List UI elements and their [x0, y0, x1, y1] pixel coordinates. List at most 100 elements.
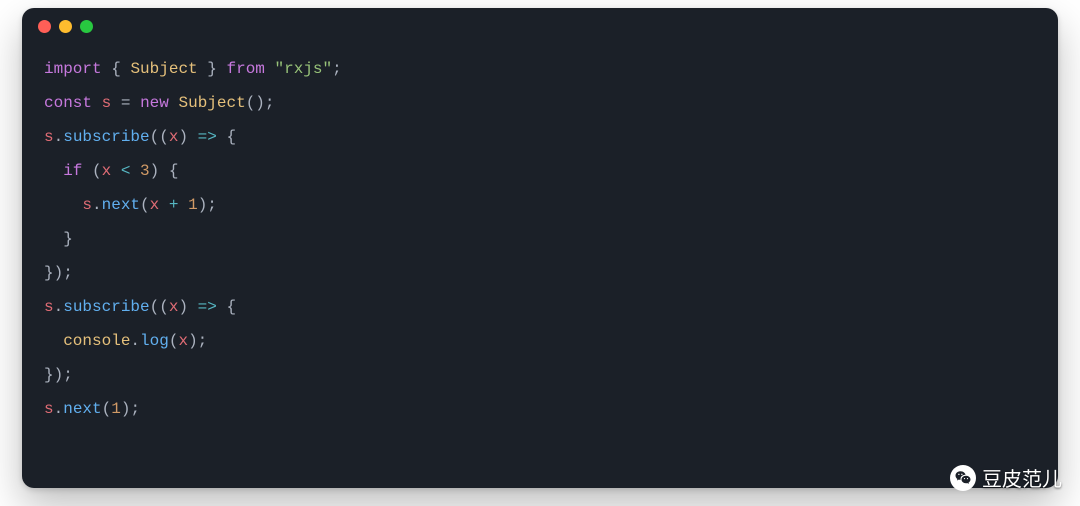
code-line: if (x < 3) { [44, 154, 1036, 188]
code-token: 3 [140, 162, 150, 180]
code-token: 1 [111, 400, 121, 418]
code-token: () [246, 94, 265, 112]
code-token: next [102, 196, 140, 214]
code-token: subscribe [63, 298, 149, 316]
traffic-light-close[interactable] [38, 20, 51, 33]
code-token: s [44, 128, 54, 146]
code-token: x [102, 162, 112, 180]
code-token: log [140, 332, 169, 350]
code-token: ; [63, 264, 73, 282]
code-token [188, 128, 198, 146]
code-token: ) [121, 400, 131, 418]
code-token: . [54, 400, 64, 418]
code-token: . [54, 298, 64, 316]
code-token [188, 298, 198, 316]
code-token: } [207, 60, 217, 78]
code-token: { [226, 128, 236, 146]
code-token: Subject [130, 60, 197, 78]
code-token: ) [178, 128, 188, 146]
code-token: => [198, 128, 217, 146]
code-token: ( [82, 162, 101, 180]
code-token [44, 332, 63, 350]
code-token: ) [178, 298, 188, 316]
code-token: ) [188, 332, 198, 350]
code-token: => [198, 298, 217, 316]
window-titlebar [22, 8, 1058, 44]
code-line: import { Subject } from "rxjs"; [44, 52, 1036, 86]
watermark: 豆皮范儿 [950, 463, 1062, 492]
code-line: } [44, 222, 1036, 256]
code-window: import { Subject } from "rxjs";const s =… [22, 8, 1058, 488]
wechat-icon [950, 465, 976, 491]
code-line: s.next(1); [44, 392, 1036, 426]
code-line: const s = new Subject(); [44, 86, 1036, 120]
stage: import { Subject } from "rxjs";const s =… [0, 0, 1080, 506]
code-token: subscribe [63, 128, 149, 146]
code-token: s [102, 94, 112, 112]
code-token: "rxjs" [275, 60, 333, 78]
code-token: if [63, 162, 82, 180]
code-token: ( [140, 196, 150, 214]
code-token [111, 162, 121, 180]
code-token [159, 162, 169, 180]
code-token: console [63, 332, 130, 350]
code-token: . [54, 128, 64, 146]
code-line: }); [44, 256, 1036, 290]
code-token: }) [44, 264, 63, 282]
code-token: ) [150, 162, 160, 180]
code-token [130, 94, 140, 112]
code-token: ; [207, 196, 217, 214]
code-token: s [44, 298, 54, 316]
code-block: import { Subject } from "rxjs";const s =… [22, 44, 1058, 446]
code-token [111, 94, 121, 112]
code-token [44, 230, 63, 248]
code-token: = [121, 94, 131, 112]
code-token: { [111, 60, 121, 78]
code-token: s [82, 196, 92, 214]
code-token: ; [63, 366, 73, 384]
code-token: (( [150, 128, 169, 146]
code-token: 1 [188, 196, 198, 214]
code-token: ; [332, 60, 342, 78]
code-token [198, 60, 208, 78]
code-token [44, 162, 63, 180]
code-token: s [44, 400, 54, 418]
code-token [102, 60, 112, 78]
code-token: ( [169, 332, 179, 350]
watermark-text: 豆皮范儿 [982, 463, 1062, 492]
code-token [178, 196, 188, 214]
code-token: x [169, 298, 179, 316]
code-token: } [63, 230, 73, 248]
code-token: ; [130, 400, 140, 418]
code-token [130, 162, 140, 180]
code-token [159, 196, 169, 214]
traffic-light-minimize[interactable] [59, 20, 72, 33]
code-token: next [63, 400, 101, 418]
code-line: s.subscribe((x) => { [44, 120, 1036, 154]
code-token: x [178, 332, 188, 350]
code-token: const [44, 94, 92, 112]
code-token: Subject [178, 94, 245, 112]
code-token: from [226, 60, 264, 78]
code-token: { [226, 298, 236, 316]
code-token: ) [198, 196, 208, 214]
code-token [121, 60, 131, 78]
traffic-light-zoom[interactable] [80, 20, 93, 33]
code-token [92, 94, 102, 112]
code-token: ( [102, 400, 112, 418]
code-token: (( [150, 298, 169, 316]
code-token: new [140, 94, 169, 112]
code-token: }) [44, 366, 63, 384]
code-token: . [130, 332, 140, 350]
code-token [44, 196, 82, 214]
code-token: import [44, 60, 102, 78]
code-line: s.subscribe((x) => { [44, 290, 1036, 324]
code-token: < [121, 162, 131, 180]
code-token: ; [198, 332, 208, 350]
code-token: x [169, 128, 179, 146]
code-token: { [169, 162, 179, 180]
code-line: s.next(x + 1); [44, 188, 1036, 222]
code-token: x [150, 196, 160, 214]
code-line: console.log(x); [44, 324, 1036, 358]
code-token: ; [265, 94, 275, 112]
